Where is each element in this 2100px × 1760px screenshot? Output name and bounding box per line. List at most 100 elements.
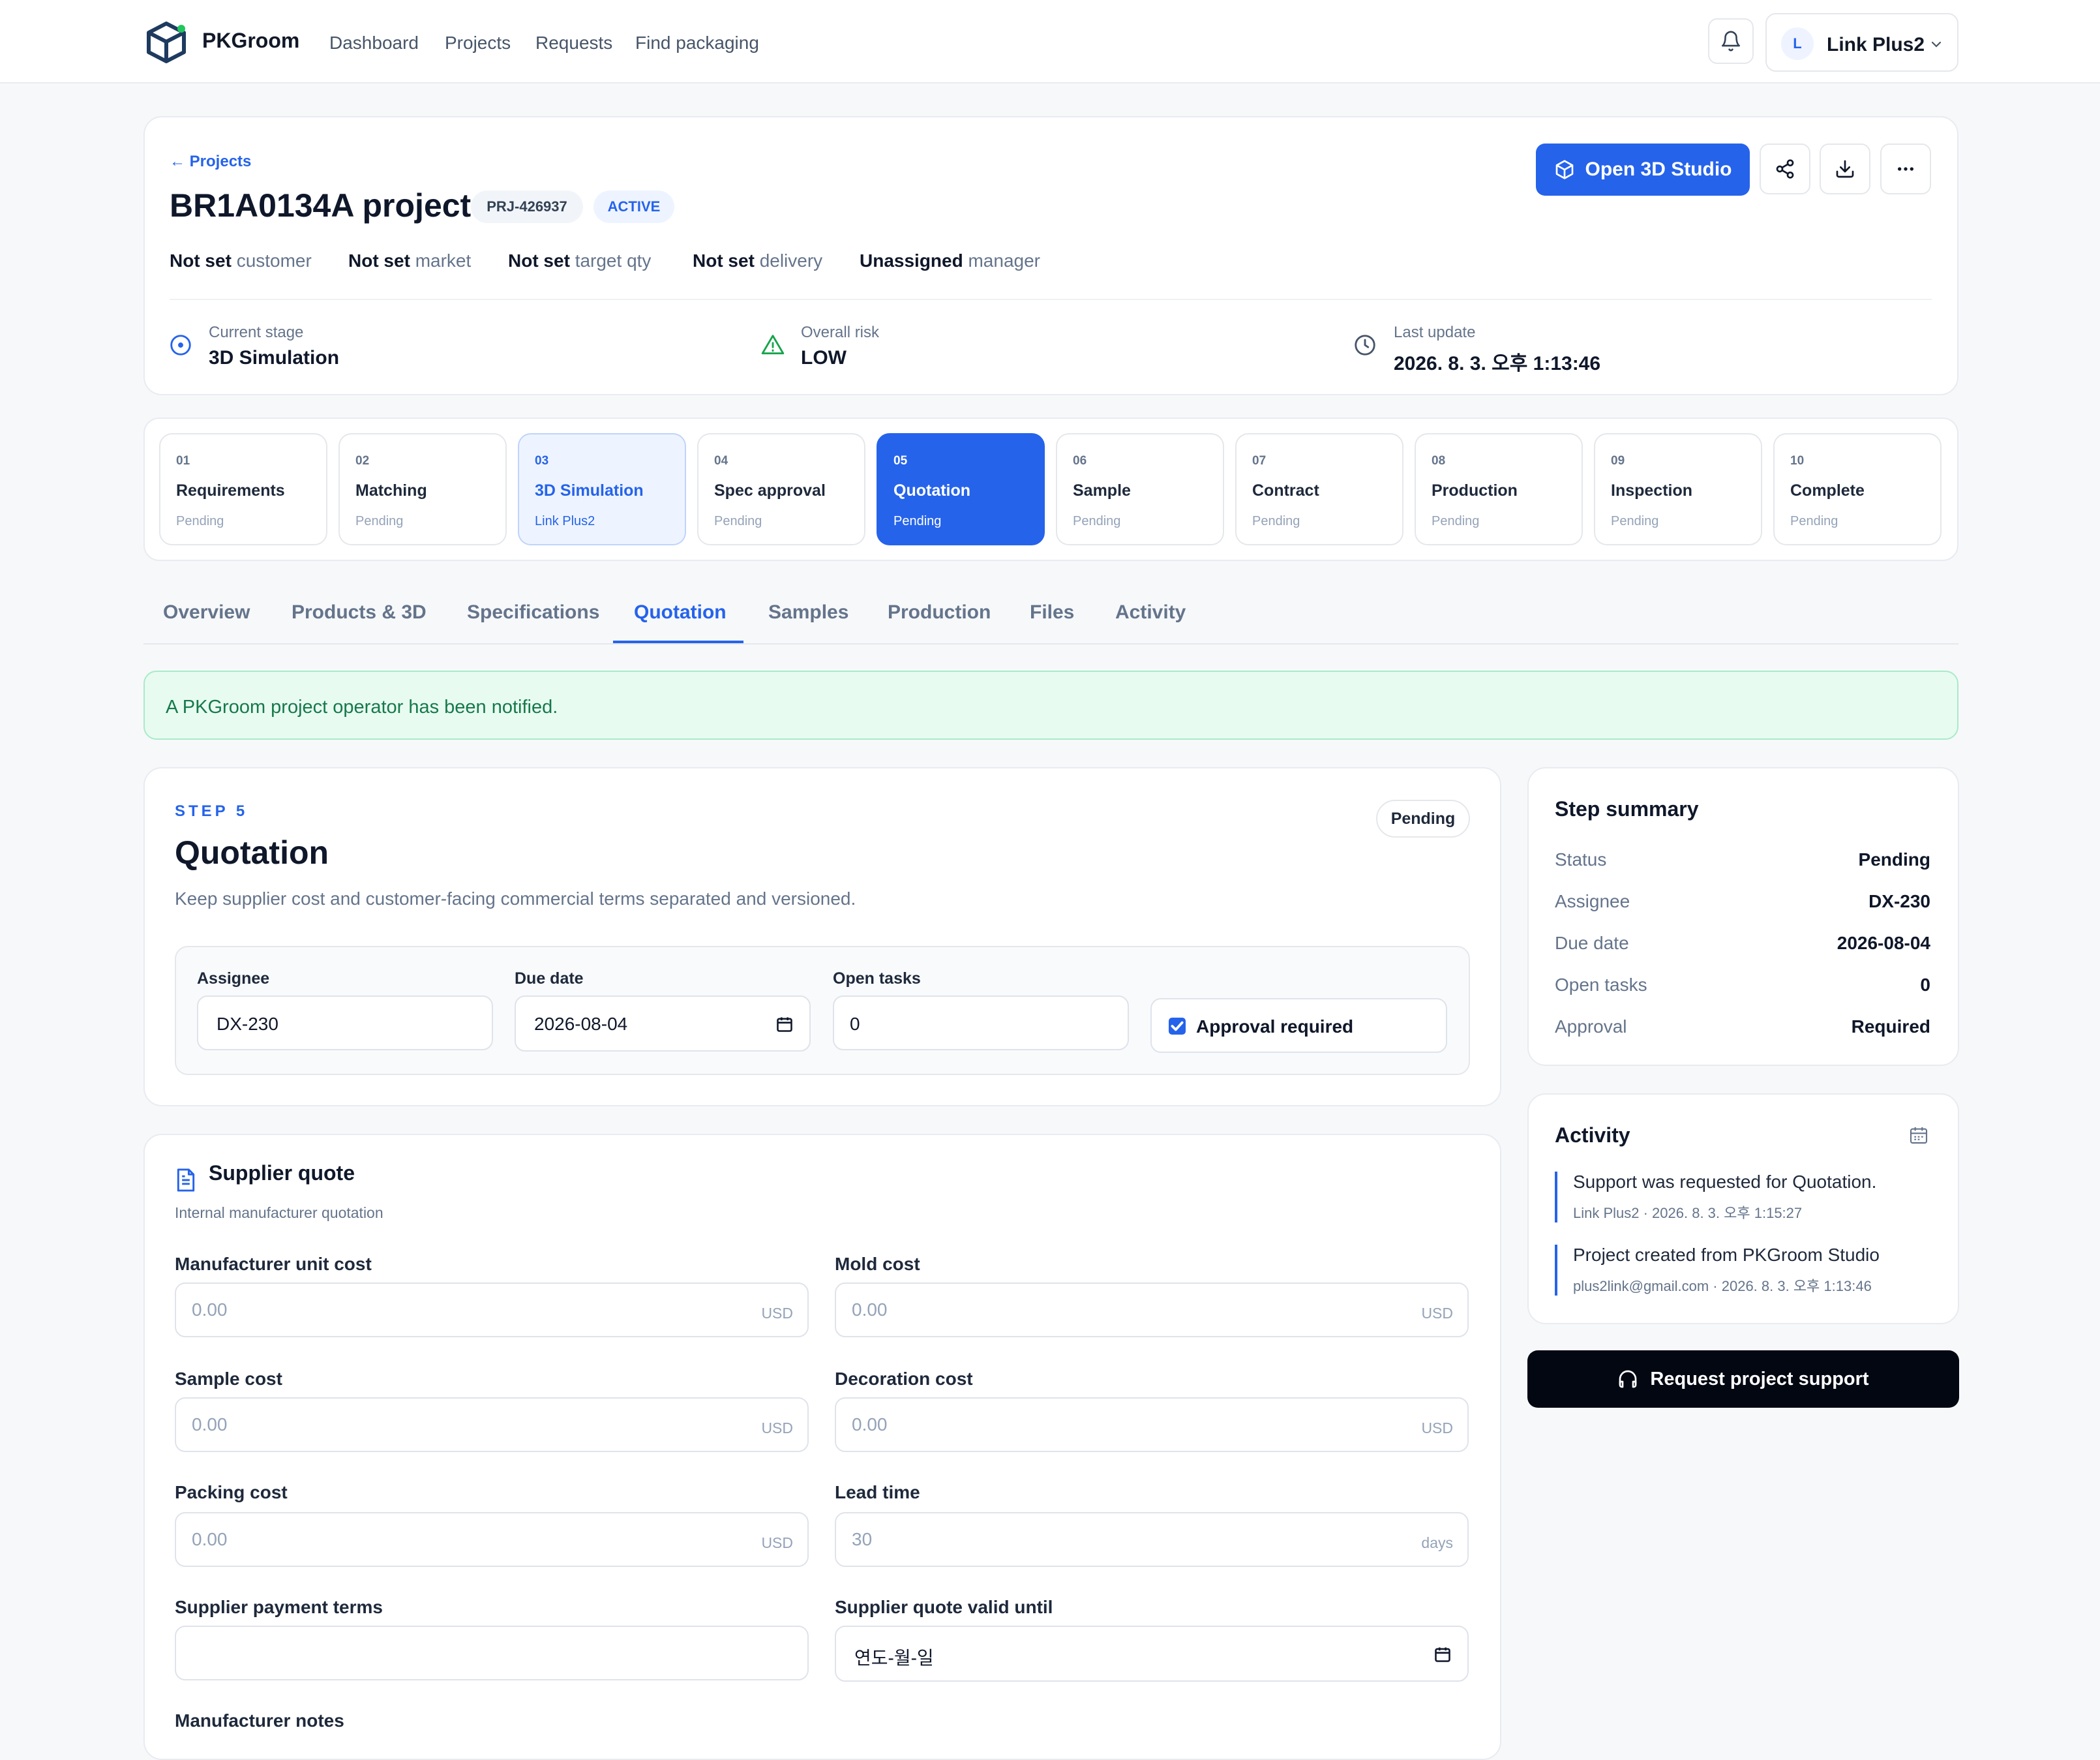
step-status: Pending [893,514,942,528]
activity-item: Support was requested for Quotation. Lin… [1555,1172,1876,1222]
lead-time-label: Lead time [835,1482,920,1502]
step-contract[interactable]: 07 Contract Pending [1235,433,1403,545]
summary-open-tasks-value: 0 [1920,975,1930,995]
mold-cost-input[interactable]: 0.00 USD [835,1282,1469,1337]
meta-delivery-value: Not set [693,250,755,271]
summary-open-tasks-label: Open tasks [1555,975,1647,995]
step-status: Pending [1432,514,1480,528]
activity-text: Project created from PKGroom Studio [1573,1245,1880,1265]
notifications-button[interactable] [1708,18,1754,64]
tab-files[interactable]: Files [1030,601,1074,624]
step-complete[interactable]: 10 Complete Pending [1773,433,1942,545]
brand-name[interactable]: PKGroom [202,29,299,53]
user-menu[interactable]: L Link Plus2 [1765,13,1958,72]
activity-title: Activity [1555,1123,1630,1147]
step-title: Quotation [175,834,329,871]
meta-market-value: Not set [348,250,410,271]
step-title: Matching [355,481,427,500]
nav-requests[interactable]: Requests [535,33,612,53]
step-requirements[interactable]: 01 Requirements Pending [159,433,327,545]
packing-cost-label: Packing cost [175,1482,288,1502]
supplier-payment-terms-label: Supplier payment terms [175,1597,383,1617]
step-number: 08 [1432,454,1446,468]
nav-projects[interactable]: Projects [445,33,511,53]
open-3d-studio-button[interactable]: Open 3D Studio [1536,144,1750,196]
step-quotation[interactable]: 05 Quotation Pending [877,433,1045,545]
open-3d-studio-label: Open 3D Studio [1585,159,1732,180]
step-title: Inspection [1611,481,1693,500]
active-tab-indicator [613,641,743,643]
step-number: 02 [355,454,370,468]
unit-label: USD [1421,1419,1453,1436]
summary-status-label: Status [1555,849,1607,870]
warning-triangle-icon [761,335,785,355]
decoration-cost-input[interactable]: 0.00 USD [835,1397,1469,1452]
share-button[interactable] [1760,144,1810,194]
meta-customer-label: customer [236,250,312,271]
request-project-support-button[interactable]: Request project support [1527,1350,1959,1408]
download-button[interactable] [1820,144,1870,194]
open-tasks-field[interactable]: 0 [833,995,1129,1050]
calendar-icon[interactable] [1433,1645,1452,1663]
nav-dashboard[interactable]: Dashboard [329,33,419,53]
tab-quotation[interactable]: Quotation [634,601,727,624]
due-date-label: Due date [515,969,584,988]
tab-samples[interactable]: Samples [768,601,848,624]
manufacturer-unit-cost-input[interactable]: 0.00 USD [175,1282,809,1337]
step-title: Quotation [893,481,971,500]
meta-target-qty: Not set target qty [508,250,651,271]
summary-due-date-value: 2026-08-04 [1837,933,1930,953]
more-options-button[interactable] [1880,144,1931,194]
nav-find-packaging[interactable]: Find packaging [635,33,759,53]
activity-meta: plus2link@gmail.com · 2026. 8. 3. 오후 1:1… [1573,1278,1872,1294]
assignee-field[interactable]: DX-230 [197,995,493,1050]
step-production[interactable]: 08 Production Pending [1415,433,1583,545]
supplier-quote-valid-until-label: Supplier quote valid until [835,1597,1053,1617]
step-sample[interactable]: 06 Sample Pending [1056,433,1224,545]
step-3d-simulation[interactable]: 03 3D Simulation Link Plus2 [518,433,686,545]
summary-assignee-label: Assignee [1555,891,1630,911]
supplier-quote-valid-until-input[interactable]: 연도-월-일 [835,1626,1469,1682]
status-badge: ACTIVE [593,190,674,223]
meta-delivery: Not set delivery [693,250,822,271]
step-status: Pending [355,514,404,528]
meta-manager: Unassigned manager [860,250,1040,271]
lead-time-input[interactable]: 30 days [835,1512,1469,1567]
tab-specifications[interactable]: Specifications [467,601,599,624]
calendar-icon[interactable] [775,1015,794,1033]
tab-production[interactable]: Production [888,601,991,624]
tab-overview[interactable]: Overview [163,601,250,624]
calendar-icon[interactable] [1908,1125,1929,1146]
logo-box-icon[interactable] [143,20,189,65]
sample-cost-input[interactable]: 0.00 USD [175,1397,809,1452]
step-number: 07 [1252,454,1267,468]
clock-icon [1355,335,1375,356]
user-name: Link Plus2 [1827,34,1925,55]
step-title: Complete [1790,481,1865,500]
mold-cost-placeholder: 0.00 [852,1299,888,1320]
document-icon [177,1168,195,1192]
step-status: Pending [714,514,762,528]
supplier-quote-subtitle: Internal manufacturer quotation [175,1204,383,1221]
tab-activity[interactable]: Activity [1115,601,1186,624]
step-matching[interactable]: 02 Matching Pending [338,433,507,545]
packing-cost-placeholder: 0.00 [192,1529,228,1549]
unit-label: USD [761,1419,793,1436]
chevron-down-icon [1931,41,1942,48]
step-spec-approval[interactable]: 04 Spec approval Pending [697,433,865,545]
valid-until-placeholder: 연도-월-일 [854,1648,934,1668]
current-stage-label: Current stage [209,324,304,341]
due-date-field[interactable]: 2026-08-04 [515,995,811,1052]
supplier-payment-terms-input[interactable] [175,1626,809,1680]
lead-time-placeholder: 30 [852,1529,873,1549]
approval-required-toggle[interactable]: Approval required [1150,998,1447,1053]
back-to-projects-link[interactable]: ← Projects [170,153,251,171]
tab-products-3d[interactable]: Products & 3D [292,601,427,624]
divider [170,299,1932,300]
approval-checkbox[interactable] [1169,1018,1186,1035]
packing-cost-input[interactable]: 0.00 USD [175,1512,809,1567]
last-update-label: Last update [1394,324,1476,341]
step-inspection[interactable]: 09 Inspection Pending [1594,433,1762,545]
summary-due-date-label: Due date [1555,933,1629,953]
step-description: Keep supplier cost and customer-facing c… [175,888,856,909]
